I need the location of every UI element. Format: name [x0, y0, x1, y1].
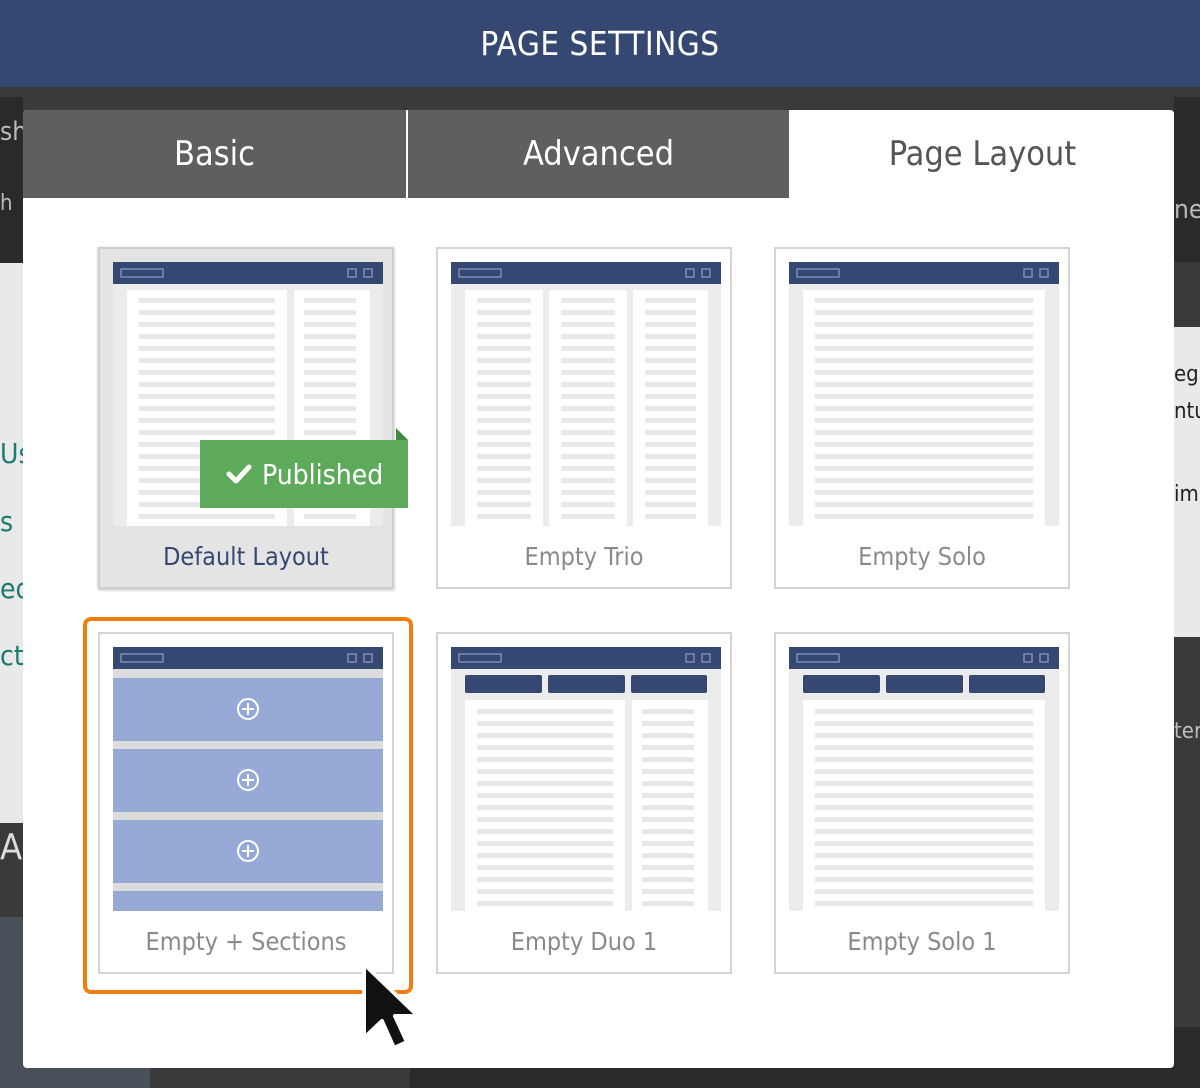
layout-label: Empty Solo — [858, 542, 986, 571]
published-badge: Published — [200, 428, 408, 508]
layout-card-empty-solo-1[interactable]: Empty Solo 1 — [774, 632, 1070, 974]
layout-thumbnail — [789, 262, 1059, 526]
duo-nav-layout-preview — [451, 647, 721, 911]
layout-card-default[interactable]: Default Layout — [98, 247, 394, 589]
badge-fold — [396, 428, 408, 440]
solo-nav-layout-preview — [789, 647, 1059, 911]
layout-card-empty-duo-1[interactable]: Empty Duo 1 — [436, 632, 732, 974]
background-fragment: im. — [1174, 482, 1200, 507]
layout-thumbnail — [789, 647, 1059, 911]
sections-layout-preview — [113, 647, 383, 911]
background-fragment: ne — [1174, 195, 1200, 225]
layout-thumbnail — [451, 262, 721, 526]
layout-label: Default Layout — [163, 542, 329, 571]
layout-thumbnail — [113, 647, 383, 911]
page-settings-header: PAGE SETTINGS — [0, 0, 1200, 87]
header-title: PAGE SETTINGS — [480, 24, 720, 63]
background-fragment: ntu — [1174, 399, 1200, 424]
tab-label: Page Layout — [888, 134, 1077, 174]
layout-label: Empty + Sections — [145, 927, 347, 956]
background-fragment: ter — [1174, 719, 1200, 744]
badge-label: Published — [262, 457, 384, 491]
layout-label: Empty Solo 1 — [847, 927, 997, 956]
mouse-pointer-icon — [362, 962, 420, 1050]
layout-card-empty-sections[interactable]: Empty + Sections — [98, 632, 394, 974]
tab-label: Basic — [174, 134, 255, 174]
background-left-panel — [0, 263, 23, 823]
layout-label: Empty Trio — [524, 542, 644, 571]
tab-page-layout[interactable]: Page Layout — [791, 110, 1174, 198]
solo-layout-preview — [789, 262, 1059, 526]
tab-advanced[interactable]: Advanced — [408, 110, 789, 198]
tab-label: Advanced — [522, 134, 675, 174]
background-fragment: ct — [0, 639, 24, 672]
layout-thumbnail — [451, 647, 721, 911]
layout-card-empty-trio[interactable]: Empty Trio — [436, 247, 732, 589]
layout-label: Empty Duo 1 — [510, 927, 658, 956]
settings-tabs: Basic Advanced Page Layout — [23, 110, 1174, 198]
background-fragment: s — [0, 505, 14, 538]
background-fragment: h — [0, 191, 13, 216]
tab-basic[interactable]: Basic — [23, 110, 406, 198]
background-right-strip — [1174, 97, 1200, 262]
background-fragment: eg — [1174, 362, 1199, 387]
checkmark-icon — [226, 464, 252, 484]
trio-layout-preview — [451, 262, 721, 526]
layout-card-empty-solo[interactable]: Empty Solo — [774, 247, 1070, 589]
